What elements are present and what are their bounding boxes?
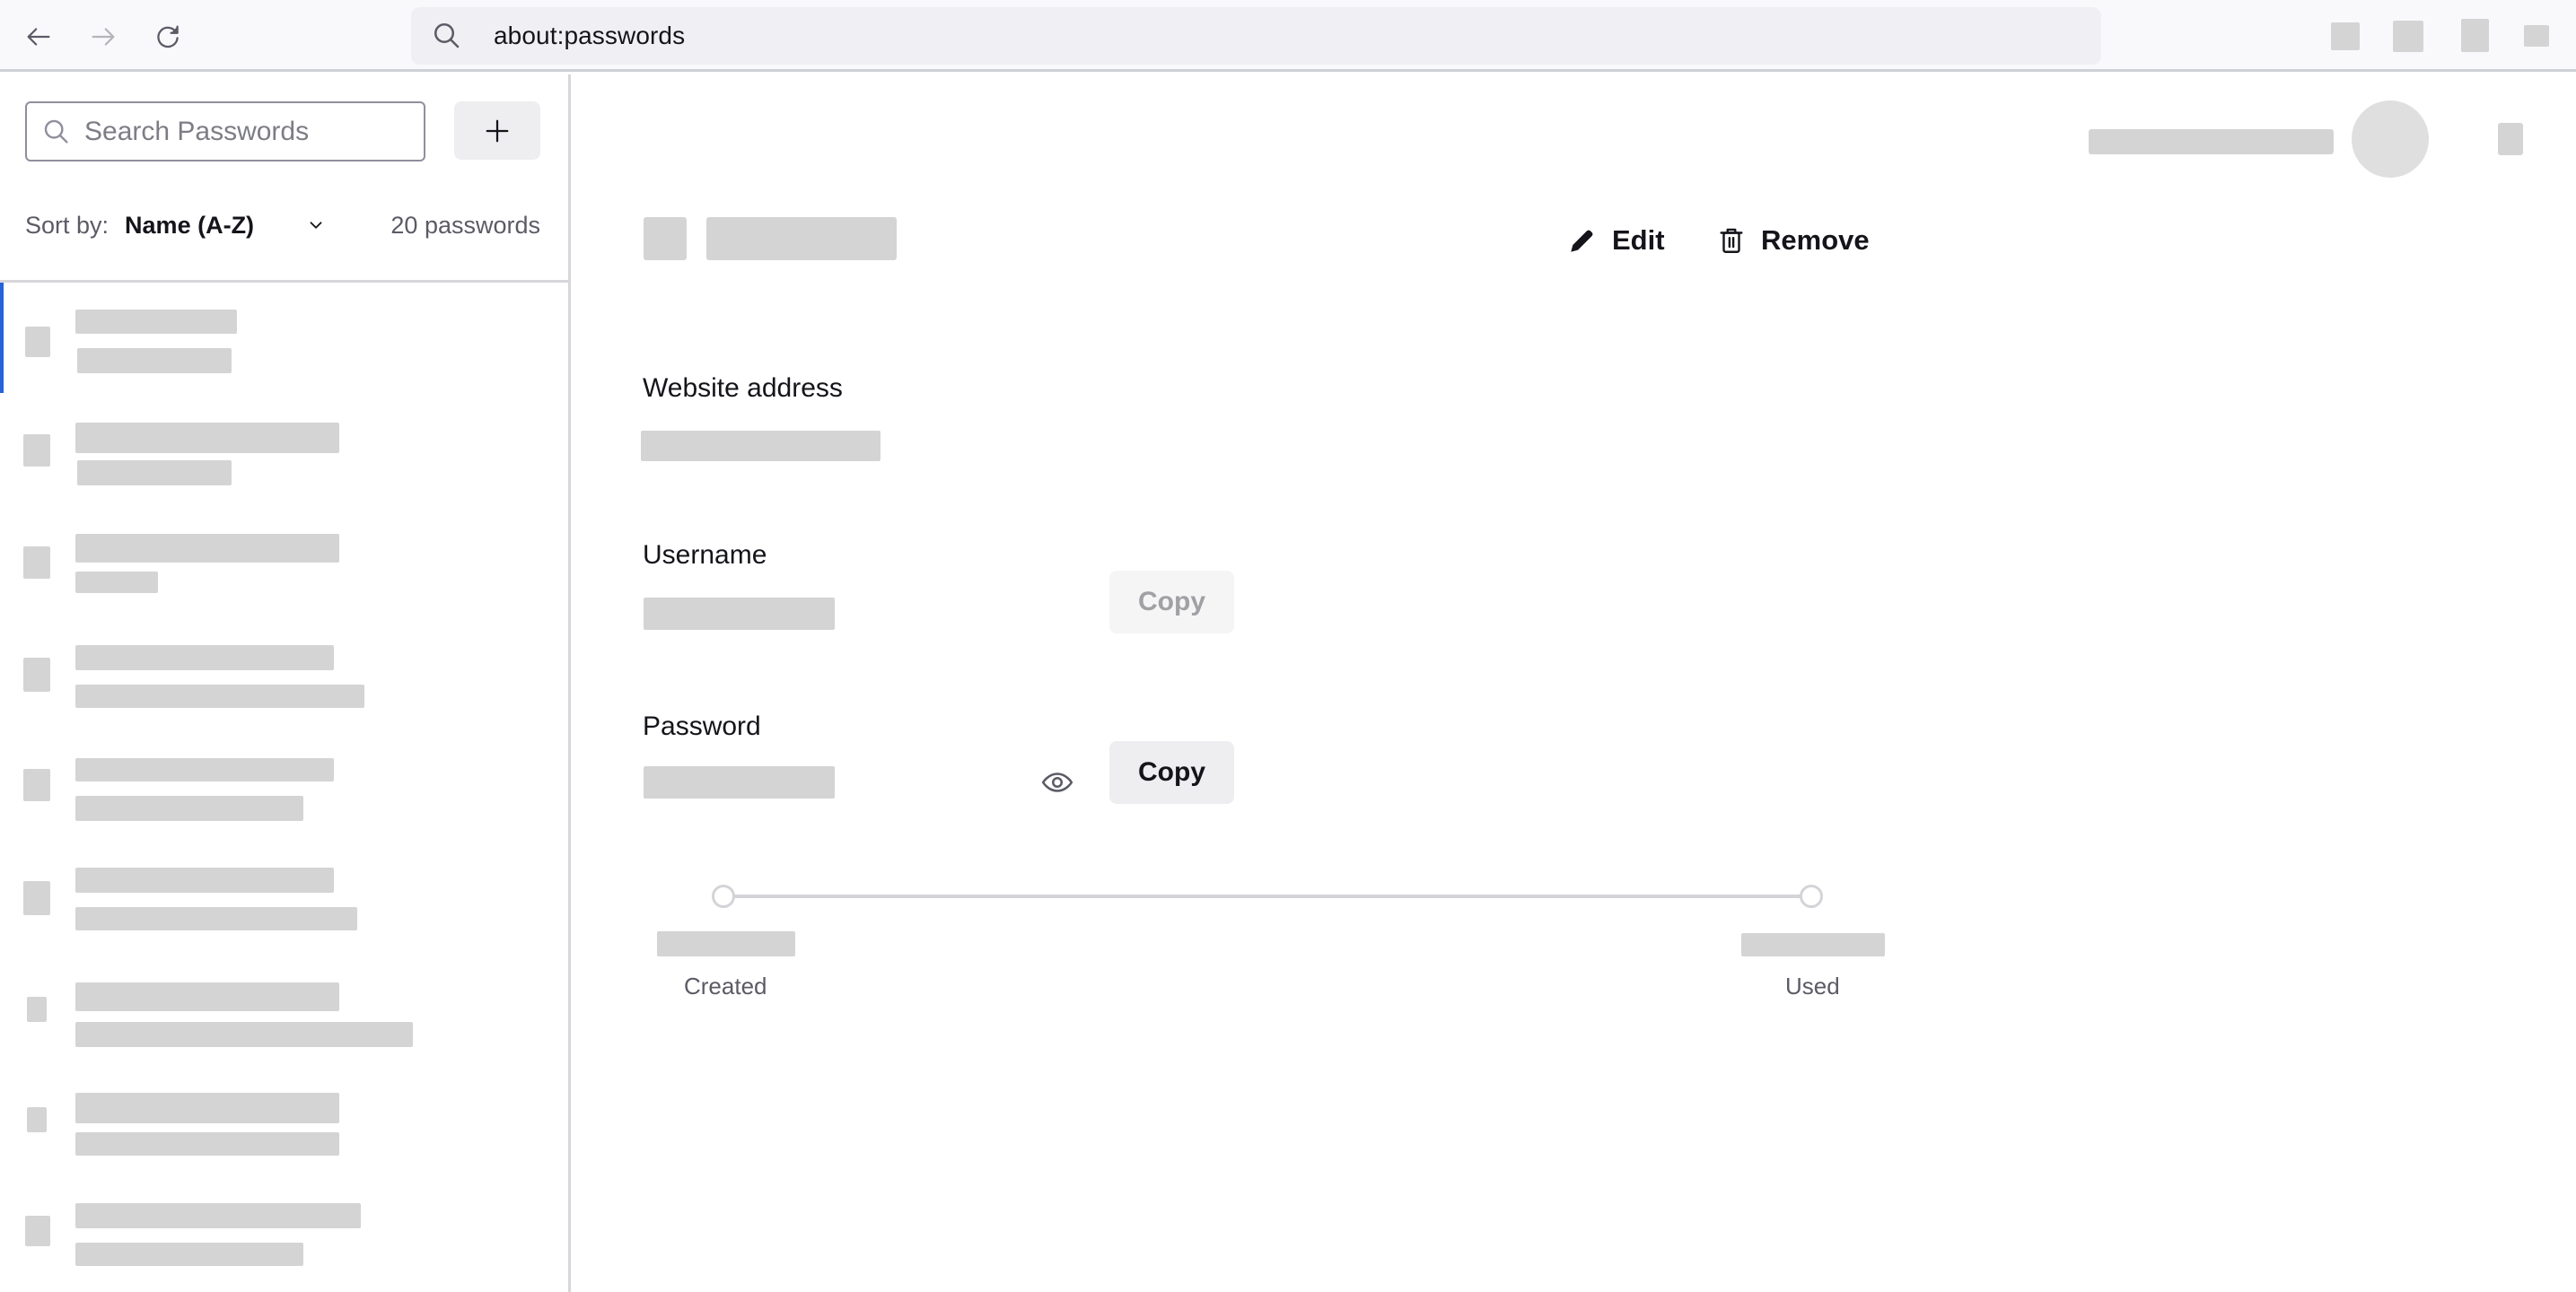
list-item[interactable] xyxy=(0,614,568,724)
sort-label: Sort by: xyxy=(25,211,110,239)
favicon xyxy=(23,658,50,692)
chevron-down-icon xyxy=(310,222,322,229)
avatar[interactable] xyxy=(2352,100,2429,178)
created-label: Created xyxy=(684,973,767,1000)
used-label: Used xyxy=(1785,973,1840,1000)
list-item-title xyxy=(75,868,334,893)
list-item-username xyxy=(75,796,303,821)
add-password-button[interactable] xyxy=(454,101,540,160)
reload-icon xyxy=(157,25,179,48)
menu-icon[interactable] xyxy=(2524,25,2549,47)
used-dot xyxy=(1800,885,1823,908)
list-item[interactable] xyxy=(0,1055,568,1165)
remove-label: Remove xyxy=(1761,224,1870,256)
username-value[interactable] xyxy=(644,598,835,630)
search-passwords-input[interactable] xyxy=(84,116,407,147)
list-item-username xyxy=(77,460,232,485)
search-icon xyxy=(44,119,68,144)
back-button[interactable] xyxy=(20,18,57,56)
login-favicon xyxy=(644,217,687,260)
created-date xyxy=(657,931,795,956)
list-item-username xyxy=(75,685,364,708)
website-label: Website address xyxy=(643,373,843,403)
copy-username-button[interactable]: Copy xyxy=(1109,571,1234,633)
trash-icon xyxy=(1720,228,1743,253)
password-value[interactable] xyxy=(644,766,835,799)
eye-icon[interactable] xyxy=(1040,765,1074,799)
list-item-username xyxy=(75,1022,413,1047)
favicon xyxy=(23,769,50,801)
list-item-title xyxy=(75,758,334,781)
sort-value[interactable]: Name (A-Z) xyxy=(125,212,254,240)
menu-icon[interactable] xyxy=(2498,123,2523,155)
url-text[interactable]: about:passwords xyxy=(494,22,685,50)
password-label: Password xyxy=(643,711,761,741)
arrow-right-icon xyxy=(92,28,115,46)
url-bar[interactable]: about:passwords xyxy=(411,7,2101,65)
favicon xyxy=(23,546,50,579)
list-item-username xyxy=(75,572,158,593)
list-item-title xyxy=(75,982,339,1011)
edit-button[interactable]: Edit xyxy=(1567,218,1665,263)
copy-password-button[interactable]: Copy xyxy=(1109,741,1234,804)
pencil-icon xyxy=(1571,230,1593,252)
list-item[interactable] xyxy=(0,724,568,834)
search-passwords-field[interactable] xyxy=(25,101,425,162)
sort-dropdown[interactable]: Name (A-Z) xyxy=(125,212,326,240)
favicon xyxy=(23,881,50,915)
list-item[interactable] xyxy=(0,834,568,945)
browser-toolbar: about:passwords xyxy=(0,0,2576,72)
list-item[interactable] xyxy=(0,283,568,393)
list-item-title xyxy=(75,1203,361,1228)
arrow-left-icon xyxy=(27,28,50,46)
account-name xyxy=(2089,129,2334,154)
favicon xyxy=(27,997,47,1022)
list-item-username xyxy=(75,1132,339,1156)
list-item[interactable] xyxy=(0,945,568,1055)
toolbar-icon[interactable] xyxy=(2393,21,2423,52)
used-date xyxy=(1741,933,1885,956)
favicon xyxy=(25,327,50,357)
website-value[interactable] xyxy=(641,431,881,461)
list-item-username xyxy=(75,907,357,930)
list-item[interactable] xyxy=(0,503,568,614)
list-item-username xyxy=(77,348,232,373)
toolbar-icon[interactable] xyxy=(2461,19,2489,52)
login-title xyxy=(706,217,897,260)
extension-icon[interactable] xyxy=(2331,22,2360,50)
password-detail-pane: Edit Remove Website address Username Cop… xyxy=(574,74,2576,1292)
timeline-line xyxy=(732,895,1818,898)
list-item-title xyxy=(75,310,237,334)
created-dot xyxy=(712,885,735,908)
list-item-title xyxy=(75,1093,339,1123)
search-icon xyxy=(434,22,460,48)
plus-icon xyxy=(486,119,509,142)
username-label: Username xyxy=(643,540,767,570)
sort-row: Sort by: Name (A-Z) 20 passwords xyxy=(25,207,540,243)
list-item-title xyxy=(75,645,334,670)
password-count: 20 passwords xyxy=(390,211,540,239)
password-list-sidebar: Sort by: Name (A-Z) 20 passwords xyxy=(0,74,571,1292)
forward-button[interactable] xyxy=(84,18,122,56)
favicon xyxy=(23,434,50,467)
edit-label: Edit xyxy=(1612,224,1665,256)
password-list xyxy=(0,283,568,1276)
list-item[interactable] xyxy=(0,393,568,503)
list-item-title xyxy=(75,534,339,563)
reload-button[interactable] xyxy=(149,18,187,56)
remove-button[interactable]: Remove xyxy=(1716,218,1870,263)
list-item-username xyxy=(75,1243,303,1266)
favicon xyxy=(25,1216,50,1246)
list-item[interactable] xyxy=(0,1165,568,1276)
favicon xyxy=(27,1107,47,1132)
list-item-title xyxy=(75,423,339,453)
